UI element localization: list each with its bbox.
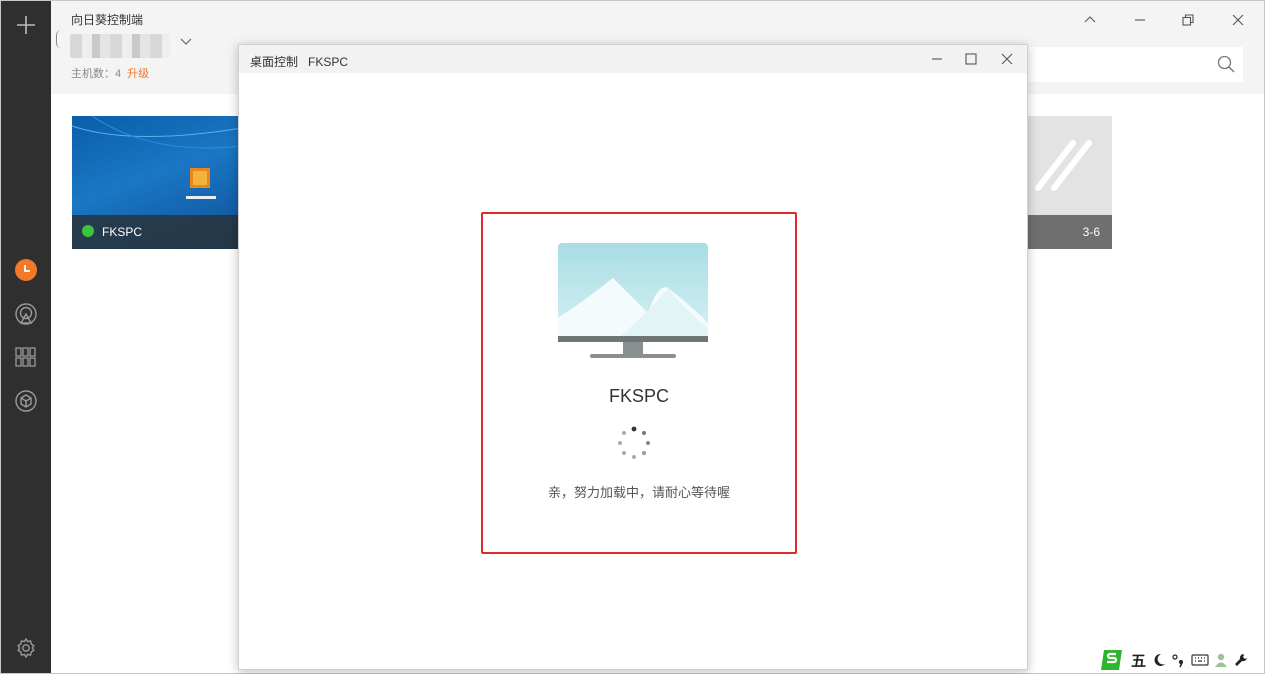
dialog-titlebar[interactable]: 桌面控制 FKSPC <box>239 45 1027 73</box>
restore-icon[interactable] <box>1176 8 1200 32</box>
dialog-close-icon[interactable] <box>996 48 1018 70</box>
sidebar <box>1 1 51 673</box>
host-card-band: 3-6 <box>1026 215 1112 249</box>
chevron-down-icon[interactable] <box>180 36 192 50</box>
online-status-dot <box>82 225 94 237</box>
monitor-illustration <box>558 243 708 358</box>
loading-panel: FKSPC 亲，努力加载中，请耐心等待喔 <box>481 212 797 554</box>
history-icon[interactable] <box>14 258 38 282</box>
host-card-band: FKSPC <box>72 215 242 249</box>
account-bracket <box>56 30 61 48</box>
host-card-label: 3-6 <box>1082 225 1100 239</box>
host-card-3-6[interactable]: 3-6 <box>1026 116 1112 249</box>
box-icon[interactable] <box>14 389 38 413</box>
remote-icon[interactable] <box>14 302 38 326</box>
apps-icon[interactable] <box>14 345 38 369</box>
moon-icon[interactable] <box>1151 652 1167 668</box>
app-title: 向日葵控制端 <box>71 13 144 27</box>
add-icon[interactable] <box>14 13 38 37</box>
dialog-maximize-icon[interactable] <box>960 48 982 70</box>
search-input[interactable] <box>1025 47 1243 82</box>
keyboard-icon[interactable] <box>1191 653 1209 667</box>
host-card-name: FKSPC <box>102 225 143 239</box>
dialog-host-name: FKSPC <box>608 386 669 406</box>
loading-message: 亲，努力加载中，请耐心等待喔 <box>547 485 730 500</box>
ime-mode-label[interactable]: 五 <box>1131 650 1146 671</box>
account-name-blurred[interactable] <box>70 34 170 58</box>
desktop-thumbnail <box>72 116 242 199</box>
ime-tray: 五 <box>1100 648 1249 672</box>
dialog-minimize-icon[interactable] <box>926 48 948 70</box>
collapse-icon[interactable] <box>1078 8 1102 32</box>
settings-icon[interactable] <box>14 636 38 660</box>
host-card-fkspc[interactable]: FKSPC <box>72 116 242 249</box>
user-icon[interactable] <box>1214 652 1228 668</box>
close-icon[interactable] <box>1226 8 1250 32</box>
sogou-ime-icon[interactable] <box>1100 648 1126 672</box>
wrench-icon[interactable] <box>1233 652 1249 668</box>
upgrade-link[interactable]: 升级 <box>127 68 149 80</box>
dialog-title: 桌面控制 FKSPC <box>250 55 349 69</box>
minimize-icon[interactable] <box>1128 8 1152 32</box>
search-icon[interactable] <box>1217 55 1235 73</box>
punctuation-icon[interactable] <box>1172 652 1186 668</box>
host-count: 主机数：4 升级 <box>71 68 150 80</box>
desktop-control-dialog: 桌面控制 FKSPC FKSPC 亲，努力加载中，请耐心等待喔 <box>238 44 1028 670</box>
placeholder-thumbnail <box>1035 140 1092 191</box>
loading-spinner-icon <box>618 426 650 459</box>
